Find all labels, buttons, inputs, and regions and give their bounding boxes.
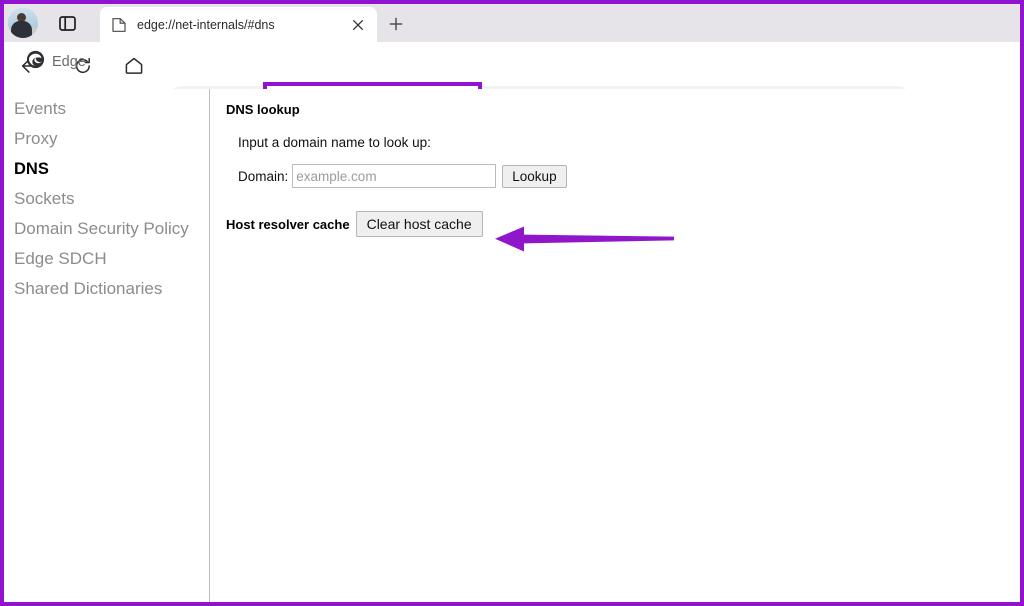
new-tab-button[interactable] (383, 11, 409, 37)
sidebar-item-proxy[interactable]: Proxy (4, 124, 209, 154)
navigation-toolbar: Edge edge://net-internals/#dns G (4, 42, 1020, 126)
dns-panel: DNS lookup Input a domain name to look u… (211, 89, 1020, 602)
page-viewport: Events Proxy DNS Sockets Domain Security… (4, 89, 1020, 602)
sidebar-item-sockets[interactable]: Sockets (4, 184, 209, 214)
page-title: DNS lookup (226, 102, 300, 117)
page-document-icon (110, 16, 127, 33)
browser-tab[interactable]: edge://net-internals/#dns (100, 7, 377, 42)
browser-window: edge://net-internals/#dns Edge Events Pr… (0, 0, 1024, 606)
edge-chip-label: Edge (52, 54, 86, 70)
dns-lookup-form: Input a domain name to look up: Domain: … (226, 135, 1020, 188)
domain-input[interactable] (292, 164, 497, 188)
home-icon[interactable] (119, 51, 148, 80)
host-resolver-cache-row: Host resolver cache Clear host cache (226, 211, 1020, 237)
close-icon[interactable] (347, 14, 369, 36)
tab-title: edge://net-internals/#dns (137, 17, 275, 32)
lookup-button[interactable]: Lookup (502, 164, 567, 188)
sidebar-item-shared-dictionaries[interactable]: Shared Dictionaries (4, 274, 209, 304)
split-panel-icon[interactable] (54, 11, 80, 35)
title-bar: edge://net-internals/#dns (4, 4, 1020, 42)
sidebar-item-dns[interactable]: DNS (4, 154, 209, 184)
sidebar-item-domain-security-policy[interactable]: Domain Security Policy (4, 214, 209, 244)
host-resolver-cache-label: Host resolver cache (226, 216, 350, 232)
sidebar-item-edge-sdch[interactable]: Edge SDCH (4, 244, 209, 274)
avatar[interactable] (8, 8, 38, 38)
avatar-body (11, 21, 32, 38)
domain-row: Domain: Lookup (238, 164, 1020, 188)
sidebar-item-events[interactable]: Events (4, 94, 209, 124)
lookup-description: Input a domain name to look up: (238, 135, 431, 150)
edge-site-chip[interactable]: Edge (26, 50, 86, 74)
net-internals-sidebar: Events Proxy DNS Sockets Domain Security… (4, 89, 210, 602)
clear-host-cache-button[interactable]: Clear host cache (355, 211, 483, 237)
domain-label: Domain: (238, 168, 289, 184)
edge-logo-icon (26, 50, 45, 74)
